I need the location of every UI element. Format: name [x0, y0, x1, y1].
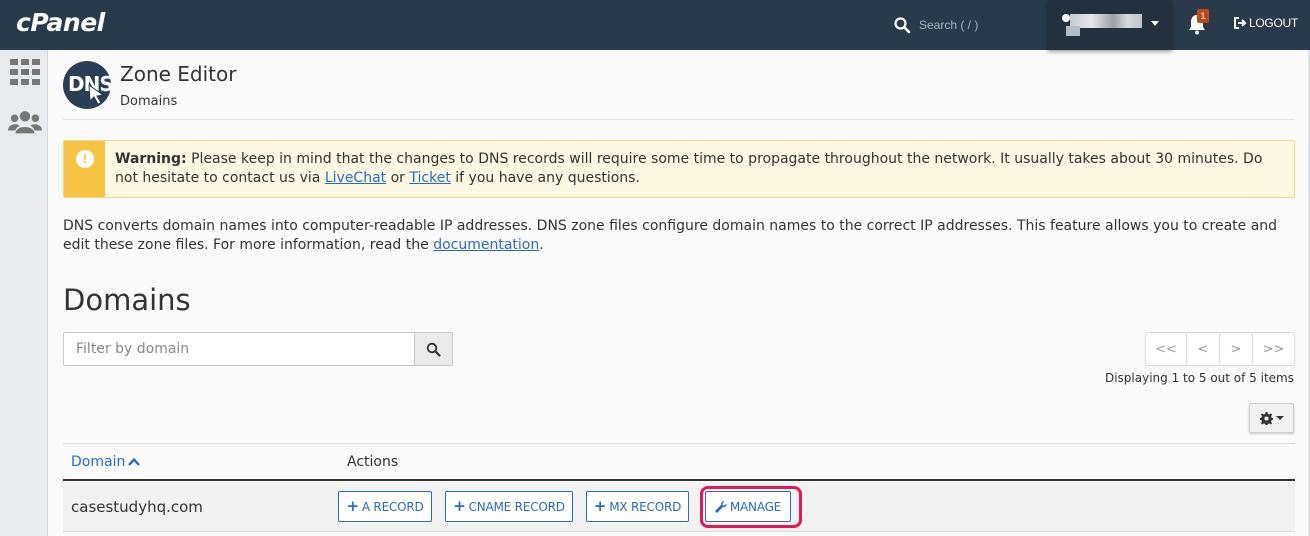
- logout-label: LOGOUT: [1249, 16, 1298, 30]
- livechat-link[interactable]: LiveChat: [325, 170, 386, 186]
- user-icon: [1062, 14, 1070, 22]
- domain-cell: casestudyhq.com: [71, 498, 203, 516]
- exclamation-icon: !: [76, 150, 94, 168]
- pagination: << < > >>: [1145, 332, 1295, 366]
- table-settings-button[interactable]: [1249, 403, 1294, 433]
- divider: [63, 119, 1295, 120]
- next-page-button[interactable]: >: [1220, 333, 1253, 365]
- plus-icon: +: [593, 497, 607, 515]
- cpanel-logo[interactable]: cPanel: [16, 8, 105, 37]
- users-icon: [8, 111, 42, 134]
- chevron-down-icon: [1151, 21, 1159, 26]
- sort-ascending-icon: [128, 457, 141, 466]
- warning-label: Warning:: [115, 151, 187, 167]
- grid-icon: [10, 59, 40, 85]
- username-redacted-fragment: [1066, 26, 1080, 36]
- sidebar-item-users[interactable]: [8, 108, 42, 136]
- chevron-down-icon: [1275, 416, 1284, 420]
- filter-search-button[interactable]: [414, 332, 453, 366]
- prev-page-button[interactable]: <: [1187, 333, 1220, 365]
- warning-strip: !: [64, 141, 105, 197]
- add-a-record-button[interactable]: + A RECORD: [338, 491, 432, 522]
- warning-text-mid: or: [386, 170, 410, 186]
- section-title: Domains: [63, 283, 191, 317]
- add-mx-record-button[interactable]: + MX RECORD: [586, 491, 689, 522]
- first-page-button[interactable]: <<: [1146, 333, 1187, 365]
- documentation-link[interactable]: documentation: [433, 237, 539, 253]
- actions-column-label: Actions: [347, 454, 399, 470]
- table-row: casestudyhq.com + A RECORD + CNAME RECORD …: [63, 482, 1295, 532]
- add-cname-record-button[interactable]: + CNAME RECORD: [445, 491, 573, 522]
- username-redacted: [1070, 14, 1142, 28]
- search-icon[interactable]: [893, 16, 911, 34]
- warning-message: Warning: Please keep in mind that the ch…: [115, 150, 1275, 188]
- pagination-info: Displaying 1 to 5 out of 5 items: [1104, 371, 1294, 385]
- filter-input[interactable]: [63, 332, 414, 366]
- domain-filter: [63, 332, 453, 366]
- dns-app-icon: DNS: [63, 61, 114, 109]
- gear-icon: [1259, 411, 1273, 425]
- ticket-link[interactable]: Ticket: [409, 170, 450, 186]
- sidebar: [0, 50, 48, 536]
- warning-text-after: if you have any questions.: [450, 170, 640, 186]
- last-page-button[interactable]: >>: [1253, 333, 1294, 365]
- user-menu-button[interactable]: [1048, 0, 1172, 50]
- a-record-label: A RECORD: [361, 499, 424, 514]
- search-icon: [426, 342, 441, 357]
- cursor-icon: [88, 83, 105, 105]
- search-input[interactable]: [919, 18, 1039, 32]
- top-bar: cPanel 1 LOGOUT: [0, 0, 1310, 50]
- cname-record-label: CNAME RECORD: [468, 499, 565, 514]
- mx-record-label: MX RECORD: [609, 499, 682, 514]
- warning-alert: ! Warning: Please keep in mind that the …: [63, 140, 1295, 198]
- intro-end: .: [539, 237, 544, 253]
- notification-badge: 1: [1197, 9, 1209, 23]
- warning-text-before: Please keep in mind that the changes to …: [115, 151, 1263, 186]
- sidebar-item-home[interactable]: [8, 58, 42, 86]
- plus-icon: +: [453, 497, 466, 515]
- intro-text: DNS converts domain names into computer-…: [63, 218, 1278, 253]
- page-title: Zone Editor: [120, 62, 237, 86]
- logout-icon: [1234, 17, 1247, 29]
- sort-by-domain-header[interactable]: Domain: [71, 454, 141, 470]
- breadcrumb: Domains: [120, 94, 178, 109]
- domain-column-label: Domain: [71, 454, 126, 470]
- logout-button[interactable]: LOGOUT: [1233, 16, 1298, 30]
- intro-paragraph: DNS converts domain names into computer-…: [63, 217, 1298, 255]
- table-header: Domain Actions: [63, 443, 1295, 481]
- plus-icon: +: [346, 497, 359, 515]
- global-search: [893, 14, 1039, 36]
- highlight-annotation: [700, 486, 802, 528]
